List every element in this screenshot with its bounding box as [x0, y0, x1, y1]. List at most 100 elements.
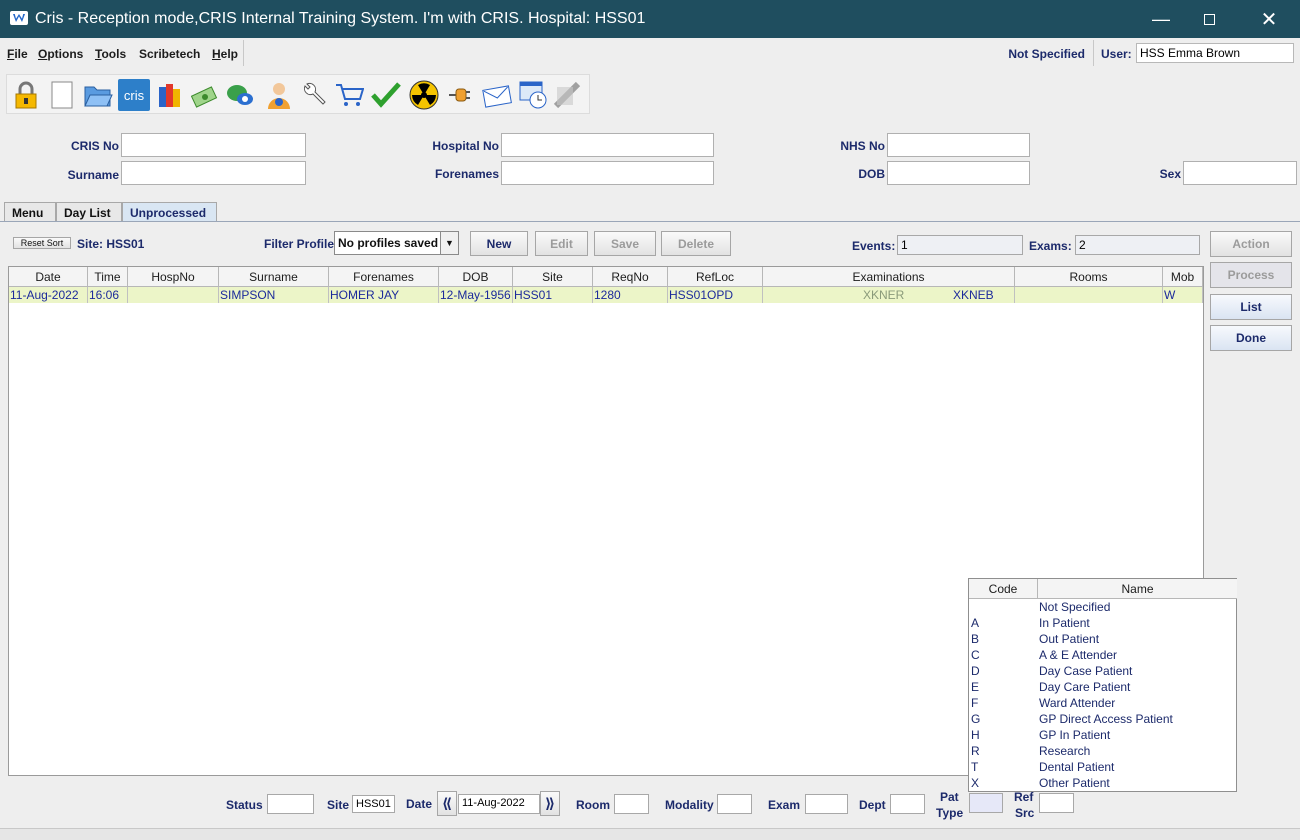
- dob-input[interactable]: [887, 161, 1030, 185]
- close-button[interactable]: ✕: [1246, 0, 1292, 38]
- open-folder-icon[interactable]: [83, 80, 113, 110]
- clock-window-icon[interactable]: [518, 80, 548, 110]
- date-prev-button[interactable]: ⟪: [437, 791, 457, 816]
- chevron-down-icon[interactable]: ▼: [440, 232, 458, 254]
- col-header-site[interactable]: Site: [513, 267, 593, 287]
- location-status: Not Specified: [1008, 47, 1085, 61]
- list-item[interactable]: CA & E Attender: [969, 647, 1237, 663]
- col-header-forenames[interactable]: Forenames: [329, 267, 439, 287]
- cris-no-input[interactable]: [121, 133, 306, 157]
- action-button[interactable]: Action: [1210, 231, 1292, 257]
- cell-examinations: XKNER XKNEB: [763, 287, 1015, 303]
- col-header-date[interactable]: Date: [9, 267, 88, 287]
- checkmark-icon[interactable]: [371, 80, 401, 110]
- tab-unprocessed[interactable]: Unprocessed: [122, 202, 217, 222]
- col-header-mob[interactable]: Mob: [1163, 267, 1203, 287]
- col-header-rooms[interactable]: Rooms: [1015, 267, 1163, 287]
- forenames-input[interactable]: [501, 161, 714, 185]
- list-item[interactable]: D Day Case Patient: [969, 663, 1237, 679]
- new-button[interactable]: New: [470, 231, 528, 256]
- menu-file[interactable]: File: [7, 47, 28, 61]
- delete-button[interactable]: Delete: [661, 231, 731, 256]
- books-icon[interactable]: [155, 80, 185, 110]
- list-item[interactable]: X Other Patient: [969, 775, 1237, 791]
- date-filter-label: Date: [406, 797, 433, 811]
- pat-type-dropdown[interactable]: Code Name Not Specified A In Patient B Out…: [968, 578, 1237, 792]
- money-icon[interactable]: [190, 80, 220, 110]
- list-item[interactable]: F Ward Attender: [969, 695, 1237, 711]
- radiation-icon[interactable]: [409, 80, 439, 110]
- list-item[interactable]: E Day Care Patient: [969, 679, 1237, 695]
- menu-options[interactable]: Options: [38, 47, 83, 61]
- list-button[interactable]: List: [1210, 294, 1292, 320]
- person-info-icon[interactable]: [264, 80, 294, 110]
- room-filter-input[interactable]: [614, 794, 649, 814]
- header-separator: [1093, 40, 1094, 66]
- col-header-examinations[interactable]: Examinations: [763, 267, 1015, 287]
- cris-logo-icon[interactable]: cris: [118, 79, 150, 111]
- ref-src-input[interactable]: [1039, 793, 1074, 813]
- forenames-label: Forenames: [434, 167, 499, 181]
- sex-label: Sex: [1159, 167, 1181, 181]
- pat-type-input[interactable]: [969, 793, 1003, 813]
- col-header-dob[interactable]: DOB: [439, 267, 513, 287]
- cell-mob: W: [1163, 287, 1203, 303]
- blank-page-icon[interactable]: [47, 80, 77, 110]
- save-button[interactable]: Save: [594, 231, 656, 256]
- wrench-icon[interactable]: [299, 80, 329, 110]
- cell-time: 16:06: [88, 287, 128, 303]
- list-item[interactable]: G GP Direct Access Patient: [969, 711, 1237, 727]
- user-label: User:: [1101, 47, 1132, 61]
- col-header-time[interactable]: Time: [88, 267, 128, 287]
- menu-separator: [243, 40, 244, 66]
- col-header-refloc[interactable]: RefLoc: [668, 267, 763, 287]
- list-item[interactable]: H GP In Patient: [969, 727, 1237, 743]
- menu-scribetech[interactable]: Scribetech: [139, 47, 200, 61]
- hospital-no-input[interactable]: [501, 133, 714, 157]
- nhs-no-input[interactable]: [887, 133, 1030, 157]
- process-button[interactable]: Process: [1210, 262, 1292, 288]
- list-item[interactable]: R Research: [969, 743, 1237, 759]
- list-item[interactable]: B Out Patient: [969, 631, 1237, 647]
- profile-select[interactable]: No profiles saved ▼: [334, 231, 459, 255]
- tab-day-list[interactable]: Day List: [56, 202, 122, 222]
- list-item[interactable]: T Dental Patient: [969, 759, 1237, 775]
- status-filter-input[interactable]: [267, 794, 314, 814]
- app-logo-icon: [10, 11, 28, 25]
- reset-sort-button[interactable]: Reset Sort: [13, 237, 71, 249]
- exams-label: Exams:: [1029, 239, 1072, 253]
- sex-input[interactable]: [1183, 161, 1297, 185]
- menu-help[interactable]: Help: [212, 47, 238, 61]
- surname-input[interactable]: [121, 161, 306, 185]
- date-filter-input[interactable]: 11-Aug-2022: [458, 794, 540, 814]
- title-bar: Cris - Reception mode,CRIS Internal Trai…: [0, 0, 1300, 38]
- exam-filter-input[interactable]: [805, 794, 848, 814]
- list-item[interactable]: A In Patient: [969, 615, 1237, 631]
- maximize-button[interactable]: [1186, 0, 1232, 38]
- dept-filter-label: Dept: [859, 798, 886, 812]
- modality-filter-input[interactable]: [717, 794, 752, 814]
- disabled-tool-icon: [553, 80, 583, 110]
- cart-icon[interactable]: [334, 80, 364, 110]
- date-next-button[interactable]: ⟫: [540, 791, 560, 816]
- col-header-reqno[interactable]: ReqNo: [593, 267, 668, 287]
- surname-label: Surname: [67, 168, 119, 182]
- site-filter-input[interactable]: HSS01: [352, 795, 395, 813]
- edit-button[interactable]: Edit: [535, 231, 588, 256]
- tab-menu[interactable]: Menu: [4, 202, 56, 222]
- exam-code-1: XKNER: [863, 288, 905, 302]
- plug-icon[interactable]: [444, 80, 474, 110]
- chat-icon[interactable]: [225, 80, 255, 110]
- cell-hospno: [128, 287, 219, 303]
- col-header-surname[interactable]: Surname: [219, 267, 329, 287]
- col-header-hospno[interactable]: HospNo: [128, 267, 219, 287]
- lock-icon[interactable]: [11, 80, 41, 110]
- envelope-icon[interactable]: [482, 80, 512, 110]
- minimize-button[interactable]: —: [1138, 0, 1184, 38]
- list-item[interactable]: Not Specified: [969, 599, 1237, 615]
- user-field[interactable]: HSS Emma Brown: [1136, 43, 1294, 63]
- cell-rooms: [1015, 287, 1163, 303]
- menu-tools[interactable]: Tools: [95, 47, 126, 61]
- done-button[interactable]: Done: [1210, 325, 1292, 351]
- dept-filter-input[interactable]: [890, 794, 925, 814]
